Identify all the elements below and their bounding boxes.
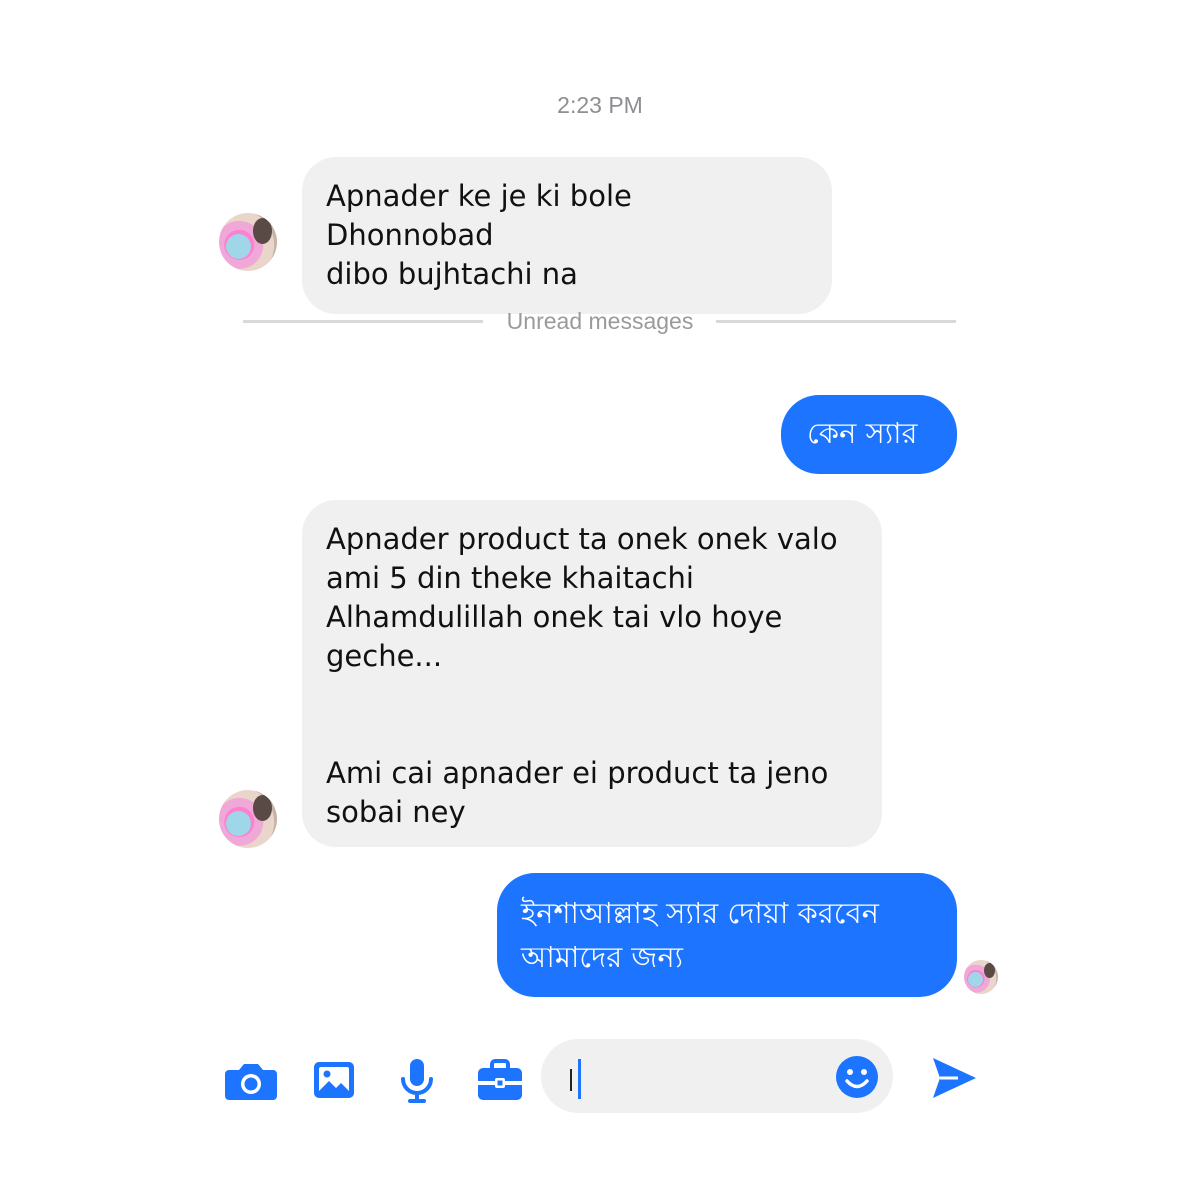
- microphone-icon[interactable]: [389, 1052, 445, 1108]
- briefcase-icon[interactable]: [472, 1052, 528, 1108]
- text-cursor-icon: [570, 1069, 572, 1091]
- avatar-detail: [252, 217, 273, 245]
- image-icon[interactable]: [306, 1052, 362, 1108]
- outgoing-message-bubble[interactable]: ইনশাআল্লাহ স্যার দোয়া করবেন আমাদের জন্য: [497, 873, 957, 997]
- camera-icon[interactable]: [223, 1052, 279, 1108]
- contact-avatar[interactable]: [219, 213, 277, 271]
- contact-avatar[interactable]: [219, 790, 277, 848]
- message-composer: [0, 1030, 1200, 1130]
- avatar-detail: [225, 233, 252, 260]
- incoming-message-bubble[interactable]: Apnader ke je ki bole Dhonnobad dibo buj…: [302, 157, 832, 314]
- seen-receipt-avatar: [964, 960, 998, 994]
- avatar-detail: [225, 810, 252, 837]
- send-icon[interactable]: [928, 1052, 980, 1104]
- avatar-detail: [968, 972, 984, 988]
- unread-divider-line: [716, 320, 956, 323]
- message-input[interactable]: [585, 1053, 829, 1101]
- avatar-detail: [252, 794, 273, 822]
- outgoing-message-bubble[interactable]: কেন স্যার: [781, 395, 957, 474]
- message-input-container[interactable]: [541, 1039, 893, 1113]
- message-timestamp: 2:23 PM: [557, 92, 643, 118]
- text-caret: [578, 1059, 581, 1099]
- smiley-icon[interactable]: [834, 1054, 880, 1100]
- incoming-message-bubble[interactable]: Apnader product ta onek onek valo ami 5 …: [302, 500, 882, 847]
- avatar-detail: [983, 962, 996, 979]
- unread-messages-label: Unread messages: [506, 308, 694, 334]
